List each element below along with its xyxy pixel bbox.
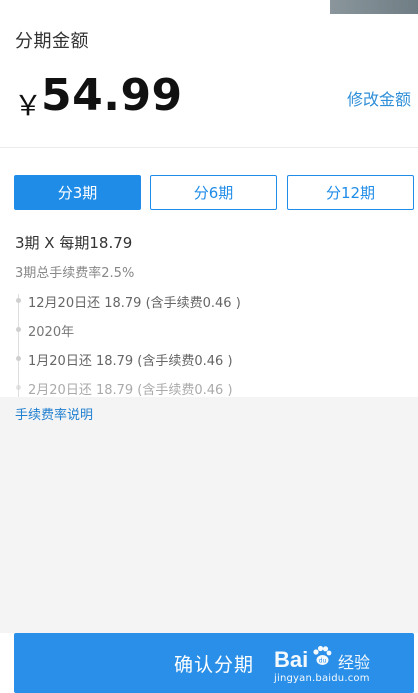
currency-symbol: ￥: [14, 89, 43, 122]
fee-rate: 3期总手续费率2.5%: [15, 266, 135, 281]
schedule-item-text: 1月20日还 18.79 (含手续费0.46 ): [28, 354, 233, 369]
page-title: 分期金额: [15, 31, 89, 52]
schedule-year-text: 2020年: [28, 325, 75, 340]
tab-3-periods[interactable]: 分3期: [14, 175, 141, 210]
confirm-installment-button[interactable]: 确认分期: [14, 633, 414, 693]
edit-amount-link[interactable]: 修改金额: [347, 86, 411, 110]
timeline-dot-icon: [16, 356, 21, 361]
corner-image: [330, 0, 418, 14]
amount-row: ￥ 54.99 修改金额: [14, 70, 414, 126]
blurred-panel: [0, 397, 418, 633]
installment-page: 分期金额 ￥ 54.99 修改金额 分3期 分6期 分12期 3期 X 每期18…: [0, 0, 418, 693]
installment-tabs: 分3期 分6期 分12期: [14, 175, 414, 210]
tab-12-periods[interactable]: 分12期: [287, 175, 414, 210]
schedule-item-text: 2月20日还 18.79 (含手续费0.46 ): [28, 383, 233, 398]
fee-explanation-link[interactable]: 手续费率说明: [15, 404, 93, 423]
tab-6-periods[interactable]: 分6期: [150, 175, 277, 210]
plan-summary: 3期 X 每期18.79: [15, 234, 133, 252]
schedule-item-text: 12月20日还 18.79 (含手续费0.46 ): [28, 296, 241, 311]
repayment-schedule: 12月20日还 18.79 (含手续费0.46 ) 2020年 1月20日还 1…: [14, 290, 414, 400]
timeline-dot-icon: [16, 327, 21, 332]
timeline-dot-icon: [16, 385, 21, 390]
amount-value: 54.99: [41, 70, 183, 121]
timeline-dot-icon: [16, 298, 21, 303]
divider: [0, 147, 418, 148]
